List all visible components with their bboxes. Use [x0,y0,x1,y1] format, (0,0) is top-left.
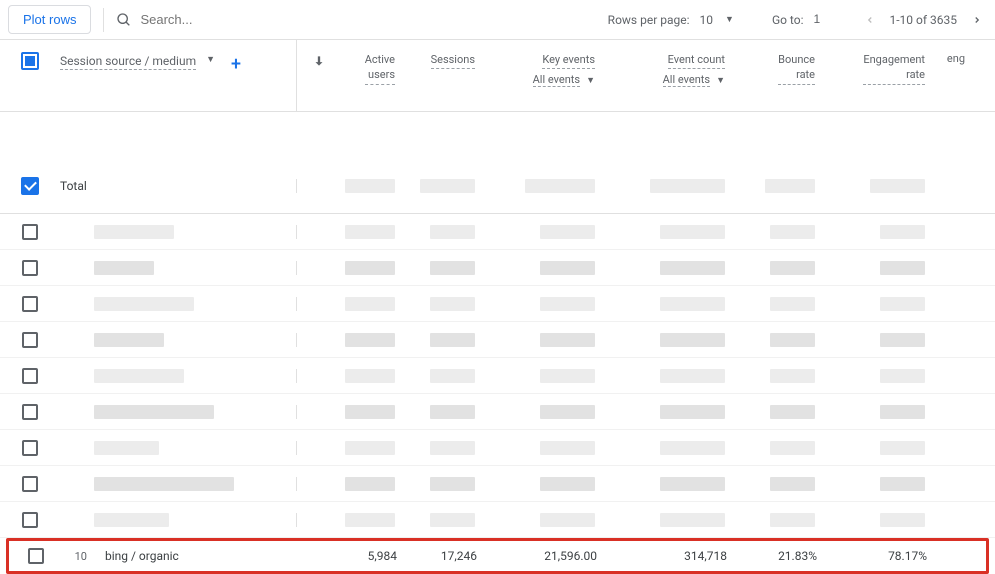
dimension-dropdown-icon[interactable]: ▼ [206,54,215,65]
sort-indicator[interactable] [305,40,333,111]
table-row [0,250,995,286]
row-checkbox[interactable] [22,332,38,348]
event-count-dropdown-icon[interactable]: ▼ [716,75,725,86]
dimension-label: Session source / medium [60,54,196,70]
metrics-header: Active users Sessions Key events All eve… [296,40,995,111]
select-all-cell [0,40,60,111]
col-extra[interactable]: eng [933,40,973,111]
total-label: Total [60,179,87,193]
col-key-events[interactable]: Key events All events▼ [483,40,603,111]
rows-per-page-dropdown-icon[interactable]: ▼ [725,14,734,25]
goto-input[interactable] [814,12,850,27]
cell-key-events: 21,596.00 [485,549,605,563]
table-row [0,286,995,322]
cell-engagement-rate: 78.17% [825,549,935,563]
table-header: Session source / medium ▼ + Active users… [0,40,995,112]
select-all-checkbox[interactable] [21,52,39,70]
row-checkbox[interactable] [22,224,38,240]
row-source-medium[interactable]: bing / organic [105,549,179,563]
page-range: 1-10 of 3635 [890,13,958,27]
rows-per-page-value[interactable]: 10 [700,13,714,27]
goto-label: Go to: [772,13,804,27]
row-checkbox[interactable] [22,296,38,312]
table-row [0,394,995,430]
col-active-users[interactable]: Active users [333,40,403,111]
row-checkbox[interactable] [28,548,44,564]
col-engagement-rate[interactable]: Engagement rate [823,40,933,111]
row-checkbox[interactable] [22,368,38,384]
row-checkbox[interactable] [22,476,38,492]
dimension-header[interactable]: Session source / medium ▼ + [60,40,296,111]
table-row [0,502,995,538]
col-sessions[interactable]: Sessions [403,40,483,111]
spacer [0,112,995,158]
divider [103,8,104,32]
table-row [0,358,995,394]
row-checkbox[interactable] [22,404,38,420]
total-checkbox[interactable] [21,177,39,195]
search-wrap [116,12,599,28]
cell-active-users: 5,984 [335,549,405,563]
key-events-dropdown-icon[interactable]: ▼ [586,75,595,86]
table-row-highlighted: 10 bing / organic 5,984 17,246 21,596.00… [6,538,989,574]
row-checkbox[interactable] [22,260,38,276]
table-row [0,322,995,358]
toolbar: Plot rows Rows per page: 10 ▼ Go to: 1-1… [0,0,995,40]
rows-per-page-label: Rows per page: [608,13,690,27]
pager: Rows per page: 10 ▼ Go to: 1-10 of 3635 [608,10,987,30]
table-row [0,214,995,250]
cell-bounce-rate: 21.83% [735,549,825,563]
plot-rows-button[interactable]: Plot rows [8,5,91,34]
table-row [0,430,995,466]
prev-page-button[interactable] [860,10,880,30]
col-event-count[interactable]: Event count All events▼ [603,40,733,111]
search-icon [116,12,132,28]
row-checkbox[interactable] [22,440,38,456]
table-row [0,466,995,502]
cell-sessions: 17,246 [405,549,485,563]
add-dimension-button[interactable]: + [231,54,241,75]
row-index: 10 [63,550,87,563]
row-checkbox[interactable] [22,512,38,528]
total-row: Total [0,158,995,214]
search-input[interactable] [140,12,340,27]
cell-event-count: 314,718 [605,549,735,563]
next-page-button[interactable] [967,10,987,30]
col-bounce-rate[interactable]: Bounce rate [733,40,823,111]
